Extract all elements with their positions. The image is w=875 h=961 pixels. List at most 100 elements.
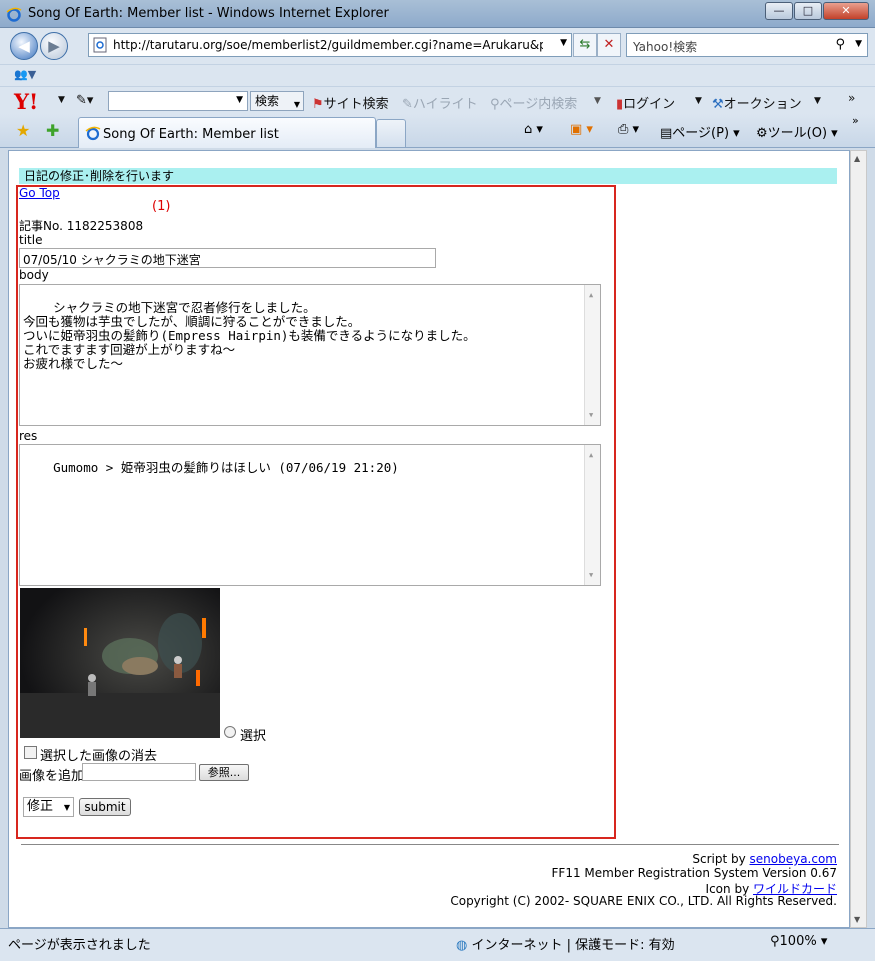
page-search-button[interactable]: ⚲ページ内検索 xyxy=(490,93,577,112)
search-field[interactable]: Yahoo!検索 ⚲ ▼ xyxy=(626,33,868,57)
scroll-up-icon[interactable]: ▲ xyxy=(854,154,860,163)
yahoo-search-button-dropdown-icon[interactable]: ▼ xyxy=(294,96,300,114)
body-textarea[interactable]: シャクラミの地下迷宮で忍者修行をしました。 今回も獲物は芋虫でしたが、順調に狩る… xyxy=(19,284,601,426)
auction-button[interactable]: ⚒オークション xyxy=(712,93,802,112)
image-select-label: 選択 xyxy=(240,729,267,744)
address-dropdown-icon[interactable]: ▼ xyxy=(560,38,567,48)
yahoo-menu-dropdown-icon[interactable]: ▼ xyxy=(58,95,65,105)
login-label: ログイン xyxy=(623,97,676,112)
zoom-icon: ⚲ xyxy=(770,934,780,949)
yahoo-search-dropdown-icon[interactable]: ▼ xyxy=(236,95,243,105)
maximize-button[interactable]: □ xyxy=(794,2,822,20)
yahoo-search-button[interactable]: 検索 ▼ xyxy=(250,91,304,111)
address-field[interactable]: http://tarutaru.org/soe/memberlist2/guil… xyxy=(88,33,572,57)
submit-button[interactable]: submit xyxy=(79,798,131,816)
file-input[interactable] xyxy=(82,763,196,781)
auction-label: オークション xyxy=(723,97,802,112)
window-title: Song Of Earth: Member list - Windows Int… xyxy=(28,6,389,21)
yahoo-toolbar: Y! ▼ ✎▾ ▼ 検索 ▼ ⚑サイト検索 ✎ハイライト ⚲ページ内検索 ▼ ▮… xyxy=(0,86,875,114)
auction-icon: ⚒ xyxy=(712,97,724,112)
delete-image-checkbox[interactable] xyxy=(24,746,37,759)
body-text[interactable]: シャクラミの地下迷宮で忍者修行をしました。 今回も獲物は芋虫でしたが、順調に狩る… xyxy=(23,300,476,371)
image-select-radio[interactable] xyxy=(224,726,236,738)
page-icon xyxy=(93,37,107,53)
site-search-icon: ⚑ xyxy=(312,97,324,112)
res-scrollbar[interactable]: ▲ ▼ xyxy=(584,445,600,585)
user-links-icon[interactable]: 👥▼ xyxy=(14,68,36,81)
footer-script-by: Script by xyxy=(692,852,750,866)
page-banner: 日記の修正･削除を行います xyxy=(19,168,837,184)
footer-divider xyxy=(21,844,839,845)
browse-button[interactable]: 参照... xyxy=(199,764,249,781)
stop-icon[interactable]: ✕ xyxy=(597,33,621,57)
res-textarea[interactable]: Gumomo > 姫帝羽虫の髪飾りはほしい (07/06/19 21:20) ▲… xyxy=(19,444,601,586)
yahoo-search-input[interactable]: ▼ xyxy=(108,91,248,111)
article-number: 記事No. 1182253808 xyxy=(19,219,144,233)
login-dropdown-icon[interactable]: ▼ xyxy=(695,96,702,106)
body-scrollbar[interactable]: ▲ ▼ xyxy=(584,285,600,425)
auction-dropdown-icon[interactable]: ▼ xyxy=(814,96,821,106)
back-button[interactable]: ◀ xyxy=(10,32,38,60)
footer-copyright: Copyright (C) 2002- SQUARE ENIX CO., LTD… xyxy=(450,894,837,908)
delete-image-label: 選択した画像の消去 xyxy=(40,749,158,764)
body-label: body xyxy=(19,268,49,282)
highlight-icon: ✎ xyxy=(402,97,413,112)
add-image-label: 画像を追加 xyxy=(19,769,85,784)
site-search-label: サイト検索 xyxy=(323,97,389,112)
security-zone-label: インターネット | 保護モード: 有効 xyxy=(471,938,675,953)
new-tab-button[interactable] xyxy=(376,119,406,147)
res-text[interactable]: Gumomo > 姫帝羽虫の髪飾りはほしい (07/06/19 21:20) xyxy=(53,460,399,475)
zoom-control[interactable]: ⚲100% ▾ xyxy=(770,934,827,949)
title-label: title xyxy=(19,233,43,247)
page-content: 日記の修正･削除を行います Go Top (1) 記事No. 118225380… xyxy=(8,150,850,928)
scroll-down-icon[interactable]: ▼ xyxy=(854,915,860,924)
window-title-bar: Song Of Earth: Member list - Windows Int… xyxy=(0,0,875,28)
gear-icon: ⚙ xyxy=(756,126,768,141)
address-bar-row: ◀ ▶ http://tarutaru.org/soe/memberlist2/… xyxy=(0,28,875,64)
page-scrollbar[interactable]: ▲ ▼ xyxy=(850,150,867,928)
home-icon[interactable]: ⌂ ▾ xyxy=(524,122,543,137)
status-text: ページが表示されました xyxy=(8,938,151,953)
search-dropdown-icon[interactable]: ▼ xyxy=(855,39,862,49)
security-zone[interactable]: ◍ インターネット | 保護モード: 有効 xyxy=(456,934,675,953)
tools-menu[interactable]: ⚙ツール(O) ▾ xyxy=(756,122,838,141)
page-menu[interactable]: ▤ページ(P) ▾ xyxy=(660,122,740,141)
tab-song-of-earth[interactable]: Song Of Earth: Member list xyxy=(78,117,376,148)
add-favorites-icon[interactable]: ✚ xyxy=(46,121,59,140)
yahoo-search-button-label: 検索 xyxy=(255,94,280,108)
page-menu-label: ページ(P) xyxy=(672,126,730,141)
search-icon[interactable]: ⚲ xyxy=(835,37,845,52)
minimize-button[interactable]: — xyxy=(765,2,793,20)
ie-logo-icon xyxy=(6,7,22,22)
page-menu-icon: ▤ xyxy=(660,126,673,141)
pen-icon[interactable]: ✎▾ xyxy=(76,93,93,108)
links-toolbar: 👥▼ xyxy=(0,64,875,86)
refresh-icon[interactable]: ⇆ xyxy=(573,33,597,57)
mode-select[interactable]: 修正 ▼ xyxy=(23,797,74,817)
chevron-down-icon[interactable]: ▼ xyxy=(64,799,70,817)
footer-script-line: Script by senobeya.com xyxy=(692,852,837,866)
yahoo-logo[interactable]: Y! xyxy=(14,89,38,114)
mode-select-value: 修正 xyxy=(27,799,54,814)
page-search-dropdown-icon[interactable]: ▼ xyxy=(594,96,601,106)
forward-button[interactable]: ▶ xyxy=(40,32,68,60)
toolbar-overflow-icon[interactable]: » xyxy=(848,91,855,105)
site-search-button[interactable]: ⚑サイト検索 xyxy=(312,93,389,112)
globe-icon: ◍ xyxy=(456,938,468,953)
close-button[interactable]: ✕ xyxy=(823,2,869,20)
tab-label: Song Of Earth: Member list xyxy=(103,127,279,142)
title-input[interactable]: 07/05/10 シャクラミの地下迷宮 xyxy=(19,248,436,268)
login-button[interactable]: ▮ログイン xyxy=(616,93,675,112)
print-icon[interactable]: ⎙ ▾ xyxy=(618,122,639,137)
search-placeholder[interactable]: Yahoo!検索 xyxy=(633,38,697,55)
script-author-link[interactable]: senobeya.com xyxy=(750,852,837,866)
commands-overflow-icon[interactable]: » xyxy=(852,114,859,127)
page-search-label: ページ内検索 xyxy=(499,97,578,112)
favorites-star-icon[interactable]: ★ xyxy=(16,121,30,140)
tab-bar: ★ ✚ Song Of Earth: Member list ⌂ ▾ ▣ ▾ ⎙… xyxy=(0,114,875,148)
address-url[interactable]: http://tarutaru.org/soe/memberlist2/guil… xyxy=(113,38,543,52)
feeds-icon[interactable]: ▣ ▾ xyxy=(570,122,593,137)
go-top-link[interactable]: Go Top xyxy=(19,186,60,200)
highlight-button[interactable]: ✎ハイライト xyxy=(402,93,478,112)
tools-menu-label: ツール(O) xyxy=(767,126,828,141)
